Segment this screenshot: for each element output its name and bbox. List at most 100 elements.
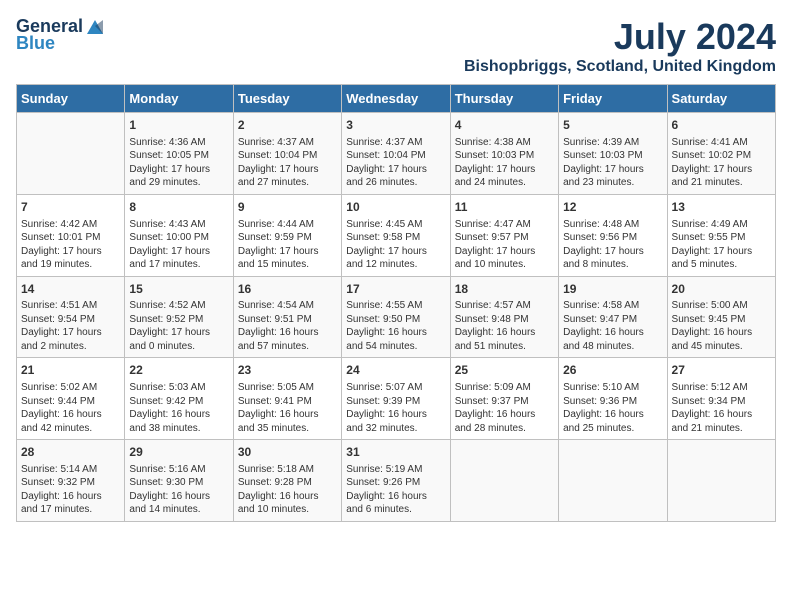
day-number: 5 (563, 117, 662, 134)
day-number: 21 (21, 362, 120, 379)
cell-content: Sunrise: 4:42 AM Sunset: 10:01 PM Daylig… (21, 218, 120, 272)
calendar-cell: 13Sunrise: 4:49 AM Sunset: 9:55 PM Dayli… (667, 194, 775, 276)
month-title: July 2024 (464, 16, 776, 58)
calendar-week-4: 21Sunrise: 5:02 AM Sunset: 9:44 PM Dayli… (17, 358, 776, 440)
day-number: 28 (21, 444, 120, 461)
cell-content: Sunrise: 5:10 AM Sunset: 9:36 PM Dayligh… (563, 381, 662, 435)
cell-content: Sunrise: 4:37 AM Sunset: 10:04 PM Daylig… (238, 136, 337, 190)
cell-content: Sunrise: 4:48 AM Sunset: 9:56 PM Dayligh… (563, 218, 662, 272)
calendar-cell: 8 Sunrise: 4:43 AM Sunset: 10:00 PM Dayli… (125, 194, 233, 276)
calendar-cell: 29 Sunrise: 5:16 AM Sunset: 9:30 PM Dayli… (125, 440, 233, 522)
day-number: 8 (129, 199, 228, 216)
calendar-cell: 17Sunrise: 4:55 AM Sunset: 9:50 PM Dayli… (342, 276, 450, 358)
cell-content: Sunrise: 4:44 AM Sunset: 9:59 PM Dayligh… (238, 218, 337, 272)
day-number: 7 (21, 199, 120, 216)
logo: General Blue (16, 16, 105, 54)
calendar-table: Sunday Monday Tuesday Wednesday Thursday… (16, 84, 776, 522)
day-number: 18 (455, 281, 554, 298)
calendar-cell: 10 Sunrise: 4:45 AM Sunset: 9:58 PM Dayli… (342, 194, 450, 276)
header-saturday: Saturday (667, 85, 775, 113)
header-sunday: Sunday (17, 85, 125, 113)
day-number: 2 (238, 117, 337, 134)
day-number: 29 (129, 444, 228, 461)
day-number: 1 (129, 117, 228, 134)
cell-content: Sunrise: 4:51 AM Sunset: 9:54 PM Dayligh… (21, 299, 120, 353)
cell-content: Sunrise: 4:45 AM Sunset: 9:58 PM Dayligh… (346, 218, 445, 272)
calendar-cell: 14Sunrise: 4:51 AM Sunset: 9:54 PM Dayli… (17, 276, 125, 358)
day-number: 31 (346, 444, 445, 461)
calendar-body: 1Sunrise: 4:36 AM Sunset: 10:05 PM Dayli… (17, 113, 776, 522)
day-number: 30 (238, 444, 337, 461)
calendar-cell: 16Sunrise: 4:54 AM Sunset: 9:51 PM Dayli… (233, 276, 341, 358)
calendar-cell: 15Sunrise: 4:52 AM Sunset: 9:52 PM Dayli… (125, 276, 233, 358)
header-tuesday: Tuesday (233, 85, 341, 113)
calendar-cell: 27 Sunrise: 5:12 AM Sunset: 9:34 PM Dayli… (667, 358, 775, 440)
day-number: 16 (238, 281, 337, 298)
calendar-cell (450, 440, 558, 522)
cell-content: Sunrise: 5:07 AM Sunset: 9:39 PM Dayligh… (346, 381, 445, 435)
day-number: 20 (672, 281, 771, 298)
cell-content: Sunrise: 5:19 AM Sunset: 9:26 PM Dayligh… (346, 463, 445, 517)
cell-content: Sunrise: 4:52 AM Sunset: 9:52 PM Dayligh… (129, 299, 228, 353)
calendar-cell: 25Sunrise: 5:09 AM Sunset: 9:37 PM Dayli… (450, 358, 558, 440)
day-number: 10 (346, 199, 445, 216)
calendar-cell: 11 Sunrise: 4:47 AM Sunset: 9:57 PM Dayli… (450, 194, 558, 276)
cell-content: Sunrise: 4:41 AM Sunset: 10:02 PM Daylig… (672, 136, 771, 190)
calendar-cell: 28 Sunrise: 5:14 AM Sunset: 9:32 PM Dayli… (17, 440, 125, 522)
cell-content: Sunrise: 5:12 AM Sunset: 9:34 PM Dayligh… (672, 381, 771, 435)
calendar-cell: 18Sunrise: 4:57 AM Sunset: 9:48 PM Dayli… (450, 276, 558, 358)
cell-content: Sunrise: 5:00 AM Sunset: 9:45 PM Dayligh… (672, 299, 771, 353)
calendar-cell: 5Sunrise: 4:39 AM Sunset: 10:03 PM Dayli… (559, 113, 667, 195)
day-number: 22 (129, 362, 228, 379)
day-number: 19 (563, 281, 662, 298)
day-number: 26 (563, 362, 662, 379)
day-number: 9 (238, 199, 337, 216)
cell-content: Sunrise: 5:03 AM Sunset: 9:42 PM Dayligh… (129, 381, 228, 435)
cell-content: Sunrise: 5:16 AM Sunset: 9:30 PM Dayligh… (129, 463, 228, 517)
cell-content: Sunrise: 4:47 AM Sunset: 9:57 PM Dayligh… (455, 218, 554, 272)
day-number: 17 (346, 281, 445, 298)
calendar-cell: 30 Sunrise: 5:18 AM Sunset: 9:28 PM Dayli… (233, 440, 341, 522)
calendar-cell: 24Sunrise: 5:07 AM Sunset: 9:39 PM Dayli… (342, 358, 450, 440)
cell-content: Sunrise: 5:14 AM Sunset: 9:32 PM Dayligh… (21, 463, 120, 517)
day-number: 15 (129, 281, 228, 298)
cell-content: Sunrise: 4:57 AM Sunset: 9:48 PM Dayligh… (455, 299, 554, 353)
cell-content: Sunrise: 5:05 AM Sunset: 9:41 PM Dayligh… (238, 381, 337, 435)
header-wednesday: Wednesday (342, 85, 450, 113)
title-section: July 2024 Bishopbriggs, Scotland, United… (464, 16, 776, 76)
header-monday: Monday (125, 85, 233, 113)
cell-content: Sunrise: 4:55 AM Sunset: 9:50 PM Dayligh… (346, 299, 445, 353)
calendar-cell: 6Sunrise: 4:41 AM Sunset: 10:02 PM Dayli… (667, 113, 775, 195)
calendar-cell: 4 Sunrise: 4:38 AM Sunset: 10:03 PM Dayli… (450, 113, 558, 195)
day-number: 3 (346, 117, 445, 134)
day-number: 11 (455, 199, 554, 216)
calendar-cell (559, 440, 667, 522)
cell-content: Sunrise: 4:37 AM Sunset: 10:04 PM Daylig… (346, 136, 445, 190)
day-number: 4 (455, 117, 554, 134)
calendar-cell: 9 Sunrise: 4:44 AM Sunset: 9:59 PM Daylig… (233, 194, 341, 276)
cell-content: Sunrise: 4:58 AM Sunset: 9:47 PM Dayligh… (563, 299, 662, 353)
calendar-cell: 31 Sunrise: 5:19 AM Sunset: 9:26 PM Dayli… (342, 440, 450, 522)
calendar-header: Sunday Monday Tuesday Wednesday Thursday… (17, 85, 776, 113)
logo-blue-text: Blue (16, 33, 55, 54)
header-row: Sunday Monday Tuesday Wednesday Thursday… (17, 85, 776, 113)
calendar-cell: 22 Sunrise: 5:03 AM Sunset: 9:42 PM Dayli… (125, 358, 233, 440)
page-header: General Blue July 2024 Bishopbriggs, Sco… (16, 16, 776, 76)
calendar-cell: 3 Sunrise: 4:37 AM Sunset: 10:04 PM Dayli… (342, 113, 450, 195)
cell-content: Sunrise: 4:38 AM Sunset: 10:03 PM Daylig… (455, 136, 554, 190)
logo-icon (85, 18, 105, 36)
header-friday: Friday (559, 85, 667, 113)
calendar-cell (667, 440, 775, 522)
day-number: 12 (563, 199, 662, 216)
calendar-cell: 7 Sunrise: 4:42 AM Sunset: 10:01 PM Dayli… (17, 194, 125, 276)
day-number: 23 (238, 362, 337, 379)
cell-content: Sunrise: 4:49 AM Sunset: 9:55 PM Dayligh… (672, 218, 771, 272)
calendar-cell: 12 Sunrise: 4:48 AM Sunset: 9:56 PM Dayli… (559, 194, 667, 276)
calendar-cell: 21Sunrise: 5:02 AM Sunset: 9:44 PM Dayli… (17, 358, 125, 440)
day-number: 27 (672, 362, 771, 379)
cell-content: Sunrise: 4:43 AM Sunset: 10:00 PM Daylig… (129, 218, 228, 272)
calendar-week-1: 1Sunrise: 4:36 AM Sunset: 10:05 PM Dayli… (17, 113, 776, 195)
cell-content: Sunrise: 5:18 AM Sunset: 9:28 PM Dayligh… (238, 463, 337, 517)
header-thursday: Thursday (450, 85, 558, 113)
calendar-week-3: 14Sunrise: 4:51 AM Sunset: 9:54 PM Dayli… (17, 276, 776, 358)
